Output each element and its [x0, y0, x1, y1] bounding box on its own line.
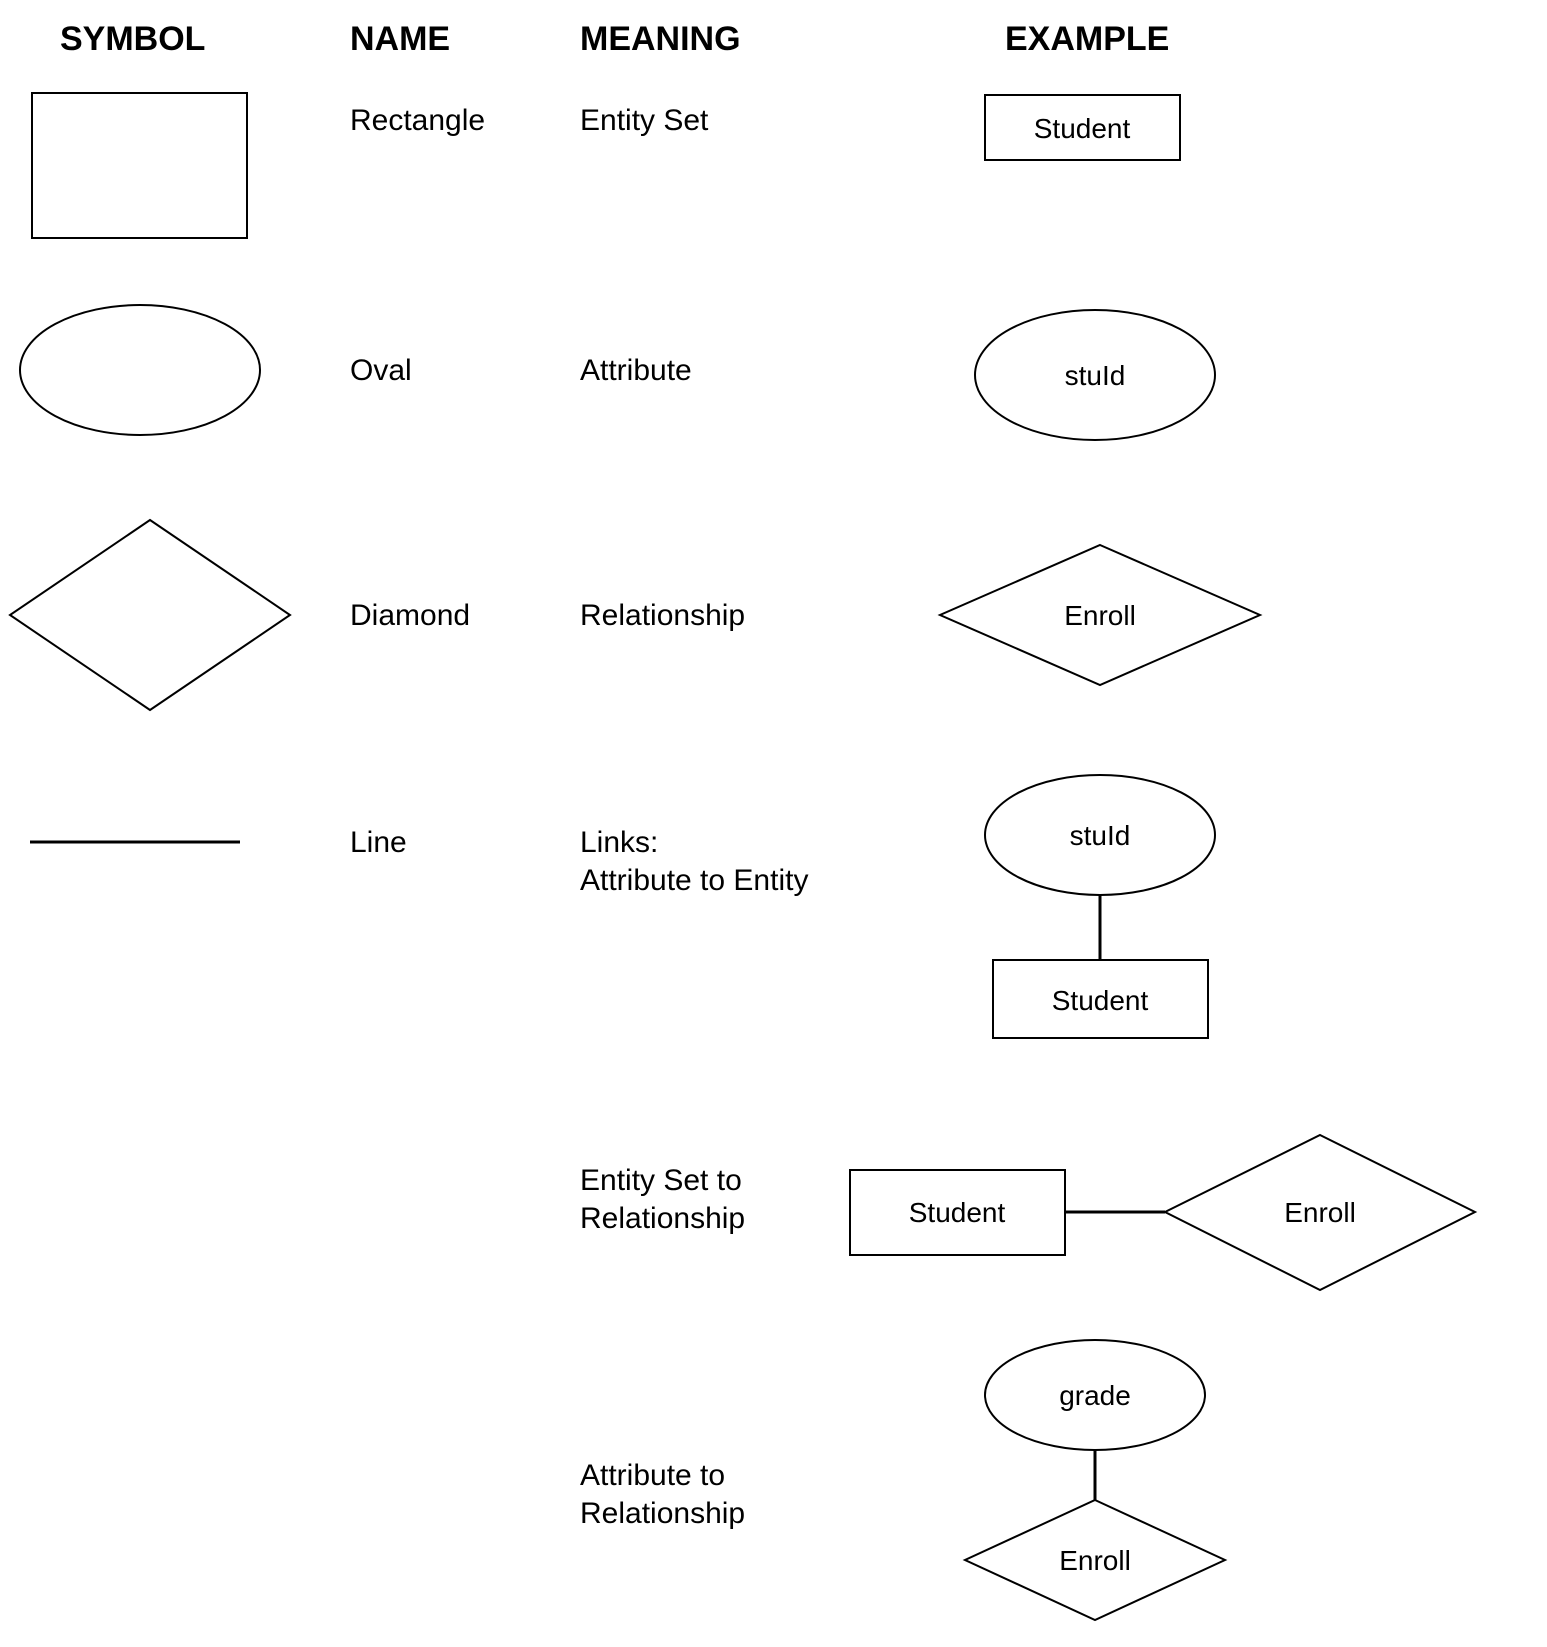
example-relationship-enroll: Enroll [940, 545, 1260, 685]
row4-name: Line [350, 826, 407, 859]
header-symbol: SYMBOL [60, 20, 205, 58]
svg-text:Enroll: Enroll [1064, 600, 1136, 631]
svg-text:Enroll: Enroll [1284, 1197, 1356, 1228]
row6-meaning-line1: Attribute to [580, 1459, 725, 1492]
example-entity-student: Student [985, 95, 1180, 160]
svg-text:grade: grade [1059, 1380, 1131, 1411]
row3-meaning: Relationship [580, 599, 745, 632]
row3-name: Diamond [350, 599, 470, 632]
svg-text:Student: Student [1052, 985, 1149, 1016]
er-symbol-legend: SYMBOL NAME MEANING EXAMPLE Rectangle En… [0, 0, 1547, 1647]
example-attribute-to-relationship: grade Enroll [965, 1340, 1225, 1620]
example-attribute-to-entity: stuId Student [985, 775, 1215, 1038]
row2-name: Oval [350, 354, 412, 387]
svg-text:Enroll: Enroll [1059, 1545, 1131, 1576]
row2-meaning: Attribute [580, 354, 692, 387]
row4-meaning-line1: Links: [580, 826, 658, 859]
row5-meaning-line2: Relationship [580, 1202, 745, 1235]
header-name: NAME [350, 20, 450, 58]
row6-meaning-line2: Relationship [580, 1497, 745, 1530]
svg-text:stuId: stuId [1070, 820, 1131, 851]
row4-meaning-line2: Attribute to Entity [580, 864, 808, 897]
example-entity-to-relationship: Student Enroll [850, 1135, 1475, 1290]
svg-text:Student: Student [909, 1197, 1006, 1228]
header-example: EXAMPLE [1005, 20, 1169, 58]
symbol-oval-icon [20, 305, 260, 435]
row5-meaning-line1: Entity Set to [580, 1164, 742, 1197]
svg-text:Student: Student [1034, 113, 1131, 144]
symbol-diamond-icon [10, 520, 290, 710]
row1-name: Rectangle [350, 104, 485, 137]
svg-text:stuId: stuId [1065, 360, 1126, 391]
example-attribute-stuid: stuId [975, 310, 1215, 440]
symbol-rectangle-icon [32, 93, 247, 238]
header-meaning: MEANING [580, 20, 741, 58]
row1-meaning: Entity Set [580, 104, 709, 137]
